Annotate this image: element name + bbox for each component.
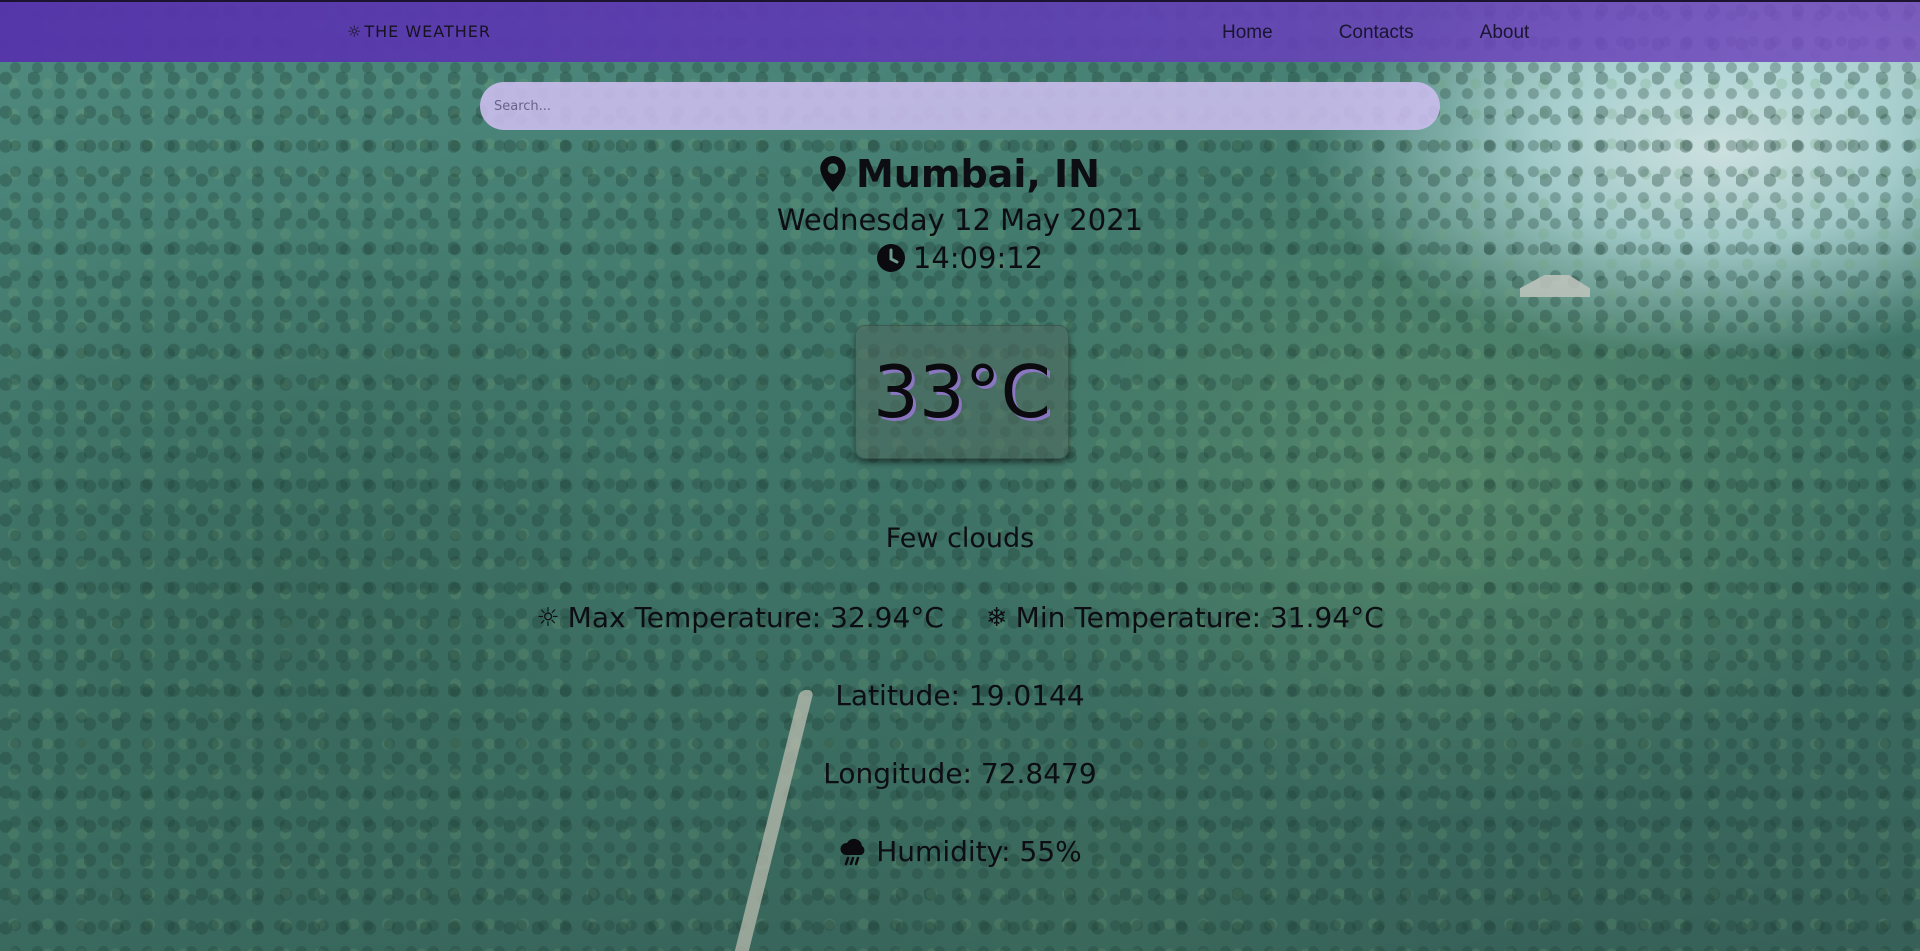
nav-links: Home Contacts About <box>1222 22 1529 44</box>
brand-title: THE WEATHER <box>364 22 492 41</box>
map-pin-icon <box>820 156 846 192</box>
background-house <box>1520 275 1590 297</box>
longitude: Longitude: 72.8479 <box>823 757 1097 790</box>
humidity-row: Humidity: 55% <box>0 835 1920 868</box>
time-value: 14:09:12 <box>912 241 1044 275</box>
nav-link-contacts[interactable]: Contacts <box>1339 22 1414 44</box>
sun-icon: ☼ <box>536 602 560 633</box>
search-input[interactable] <box>480 82 1440 130</box>
date-text: Wednesday 12 May 2021 <box>776 203 1144 237</box>
brand-logo[interactable]: ☼ THE WEATHER <box>347 22 491 41</box>
city-name: Mumbai, IN <box>856 152 1100 196</box>
background-road <box>730 690 814 951</box>
location: Mumbai, IN <box>0 152 1920 196</box>
max-temperature: ☼ Max Temperature: 32.94°C <box>536 601 944 634</box>
max-temperature-label: Max Temperature: 32.94°C <box>567 601 944 634</box>
navbar: ☼ THE WEATHER Home Contacts About <box>0 0 1920 62</box>
clock-icon <box>876 244 905 272</box>
temperature-card: 33°C <box>855 325 1069 459</box>
sun-icon: ☼ <box>347 22 363 41</box>
nav-link-about[interactable]: About <box>1480 22 1530 44</box>
snowflake-icon: ❄ <box>985 602 1008 633</box>
nav-link-home[interactable]: Home <box>1222 22 1273 44</box>
humidity-label: Humidity: 55% <box>876 835 1082 868</box>
latitude: Latitude: 19.0144 <box>835 679 1085 712</box>
weather-description: Few clouds <box>885 523 1035 554</box>
min-temperature: ❄ Min Temperature: 31.94°C <box>986 601 1384 634</box>
rain-cloud-icon <box>840 838 865 865</box>
background-image <box>0 0 1920 951</box>
time-row: 14:09:12 <box>0 241 1920 275</box>
temperature-value: 33°C <box>873 350 1051 434</box>
min-max-row: ☼ Max Temperature: 32.94°C ❄ Min Tempera… <box>0 601 1920 634</box>
min-temperature-label: Min Temperature: 31.94°C <box>1015 601 1384 634</box>
